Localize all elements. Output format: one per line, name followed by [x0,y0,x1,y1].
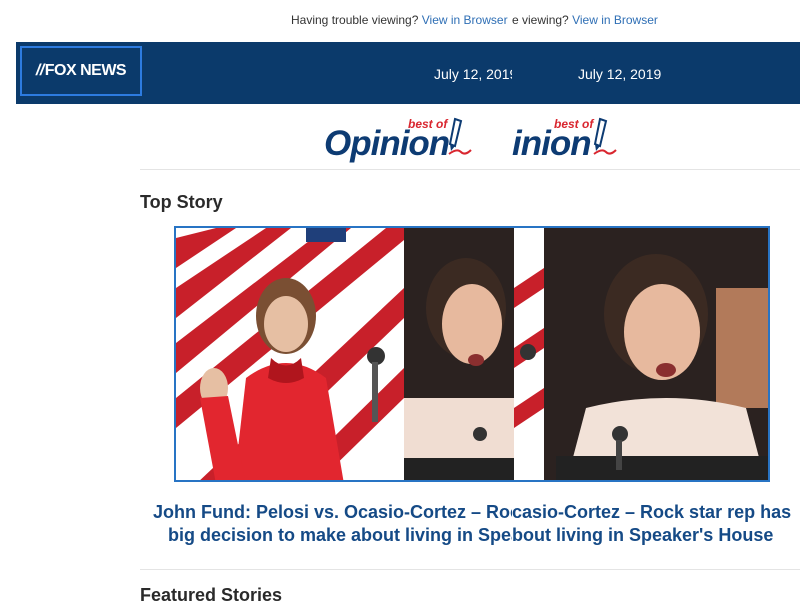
top-story-image[interactable] [174,226,770,482]
trouble-viewing-text-repeat: e viewing? View in Browser [512,13,658,27]
best-of-label: best of [408,117,448,131]
top-story-photo [176,228,768,480]
featured-stories-title: Featured Stories [140,585,283,605]
best-of-label-repeat: best of [554,117,594,131]
top-story-headline-line2[interactable]: big decision to make about living in Spe… [168,524,513,547]
best-of-opinion-logo: Opinion best of [320,112,500,166]
divider [140,569,800,570]
trouble-viewing-bar: Having trouble viewing? View in Browser … [0,13,800,29]
view-in-browser-link[interactable]: View in Browser [422,13,508,27]
header-date: July 12, 2019 [434,66,512,82]
trouble-viewing-text: Having trouble viewing? View in Browser [291,13,508,27]
header-date-repeat: July 12, 2019 [578,66,662,82]
fox-news-logo[interactable]: //FOX NEWS [20,46,142,96]
view-in-browser-link-repeat[interactable]: View in Browser [572,13,658,27]
pen-icon [448,117,472,155]
divider [140,169,800,170]
top-story-headline-line1-repeat[interactable]: casio-Cortez – Rock star rep has [512,501,800,524]
header-bar: //FOX NEWS July 12, 2019 July 12, 2019 [16,42,800,104]
top-story-headline-line2-repeat[interactable]: bout living in Speaker's House [512,524,800,547]
logo-text: FOX NEWS [44,62,127,79]
best-of-opinion-logo-repeat: inion best of [510,112,630,166]
top-story-title: Top Story [140,192,223,212]
top-story-headline-line1[interactable]: John Fund: Pelosi vs. Ocasio-Cortez – Ro… [153,501,513,524]
pen-icon [593,117,617,155]
